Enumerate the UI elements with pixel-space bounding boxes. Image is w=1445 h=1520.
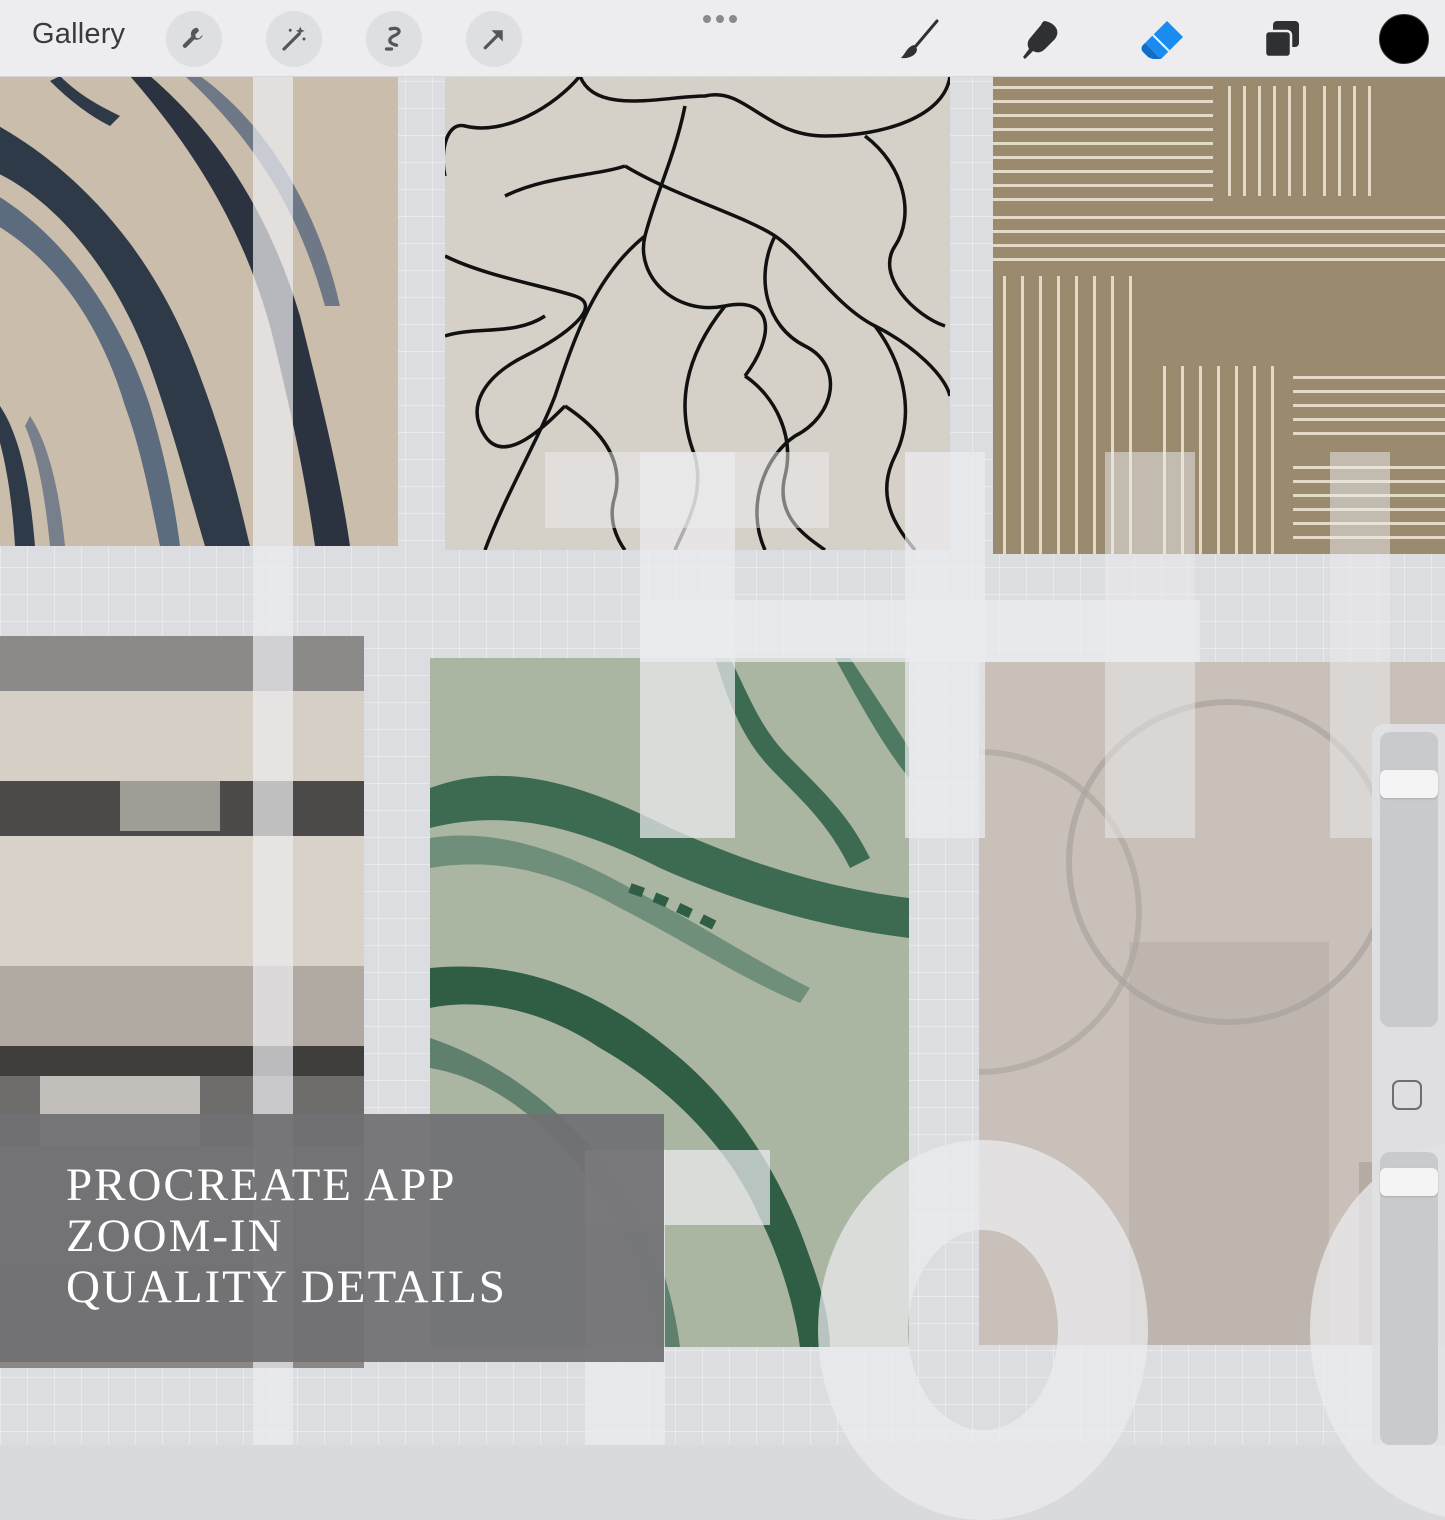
magic-wand-icon	[282, 26, 306, 51]
transform-button[interactable]	[466, 11, 522, 67]
dot-icon	[729, 15, 737, 23]
layers-icon	[1263, 21, 1299, 59]
brush-icon	[901, 19, 939, 59]
brush-size-thumb[interactable]	[1380, 770, 1438, 798]
actions-button[interactable]	[166, 11, 222, 67]
modify-button[interactable]	[1392, 1080, 1422, 1110]
smudge-icon	[1023, 21, 1058, 59]
smudge-tool-button[interactable]	[1012, 12, 1068, 68]
artwork-tile-line-network	[445, 76, 950, 550]
opacity-thumb[interactable]	[1380, 1168, 1438, 1196]
dot-icon	[703, 15, 711, 23]
more-options-handle[interactable]	[703, 15, 737, 23]
dot-icon	[716, 15, 724, 23]
artwork-tile-geometric-stripes	[993, 76, 1445, 554]
selection-button[interactable]	[366, 11, 422, 67]
top-toolbar: Gallery	[0, 0, 1445, 77]
layers-button[interactable]	[1254, 12, 1310, 68]
wrench-icon	[182, 27, 203, 48]
artwork-tile-blue-agate	[0, 76, 398, 546]
color-picker-button[interactable]	[1379, 14, 1429, 64]
caption-box: PROCREATE APP ZOOM-IN QUALITY DETAILS	[0, 1114, 664, 1362]
selection-icon	[384, 26, 401, 51]
adjustments-button[interactable]	[266, 11, 322, 67]
gallery-button[interactable]: Gallery	[32, 18, 125, 51]
eraser-icon	[1141, 21, 1183, 59]
brush-size-slider[interactable]	[1380, 732, 1438, 1027]
transform-arrow-icon	[483, 30, 503, 50]
opacity-slider[interactable]	[1380, 1152, 1438, 1445]
right-sidebar	[1372, 724, 1445, 1445]
caption-line-2: ZOOM-IN	[66, 1210, 284, 1262]
paint-tool-button[interactable]	[892, 12, 948, 68]
caption-line-1: PROCREATE APP	[66, 1159, 457, 1211]
caption-line-3: QUALITY DETAILS	[66, 1261, 507, 1313]
erase-tool-button[interactable]	[1134, 12, 1190, 68]
